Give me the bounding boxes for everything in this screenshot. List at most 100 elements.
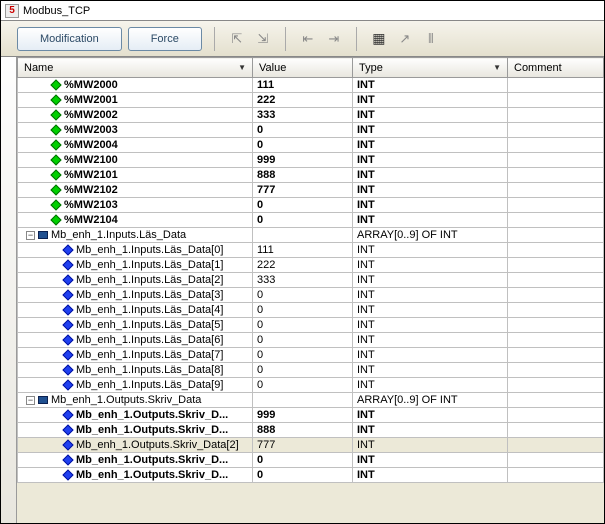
table-row[interactable]: Mb_enh_1.Inputs.Läs_Data[1]222INT — [18, 258, 604, 273]
table-row[interactable]: Mb_enh_1.Outputs.Skriv_D...0INT — [18, 468, 604, 483]
comment-cell[interactable] — [508, 138, 604, 153]
col-type[interactable]: Type▼ — [353, 58, 508, 78]
table-row[interactable]: Mb_enh_1.Inputs.Läs_Data[3]0INT — [18, 288, 604, 303]
value-cell[interactable]: 0 — [253, 288, 353, 303]
comment-cell[interactable] — [508, 108, 604, 123]
col-name[interactable]: Name▼ — [18, 58, 253, 78]
comment-cell[interactable] — [508, 153, 604, 168]
table-row[interactable]: %MW2001222INT — [18, 93, 604, 108]
table-row[interactable]: Mb_enh_1.Inputs.Läs_Data[8]0INT — [18, 363, 604, 378]
comment-cell[interactable] — [508, 408, 604, 423]
comment-cell[interactable] — [508, 168, 604, 183]
value-cell[interactable] — [253, 228, 353, 243]
modification-button[interactable]: Modification — [17, 27, 122, 51]
comment-cell[interactable] — [508, 288, 604, 303]
comment-cell[interactable] — [508, 228, 604, 243]
table-row[interactable]: %MW20030INT — [18, 123, 604, 138]
table-row[interactable]: Mb_enh_1.Outputs.Skriv_D...999INT — [18, 408, 604, 423]
table-row[interactable]: %MW2102777INT — [18, 183, 604, 198]
table-scroll[interactable]: Name▼ Value Type▼ Comment %MW2000111INT%… — [17, 57, 604, 523]
comment-cell[interactable] — [508, 183, 604, 198]
comment-cell[interactable] — [508, 393, 604, 408]
value-cell[interactable]: 0 — [253, 348, 353, 363]
value-cell[interactable]: 0 — [253, 333, 353, 348]
comment-cell[interactable] — [508, 243, 604, 258]
expand-toggle[interactable]: − — [26, 231, 35, 240]
value-cell[interactable]: 333 — [253, 273, 353, 288]
comment-cell[interactable] — [508, 453, 604, 468]
comment-cell[interactable] — [508, 423, 604, 438]
table-row[interactable]: Mb_enh_1.Inputs.Läs_Data[0]111INT — [18, 243, 604, 258]
comment-cell[interactable] — [508, 198, 604, 213]
value-cell[interactable]: 0 — [253, 318, 353, 333]
value-cell[interactable]: 0 — [253, 198, 353, 213]
table-row[interactable]: Mb_enh_1.Inputs.Läs_Data[5]0INT — [18, 318, 604, 333]
value-cell[interactable]: 777 — [253, 438, 353, 453]
comment-cell[interactable] — [508, 303, 604, 318]
table-row[interactable]: Mb_enh_1.Outputs.Skriv_D...0INT — [18, 453, 604, 468]
table-row[interactable]: %MW2101888INT — [18, 168, 604, 183]
table-row[interactable]: Mb_enh_1.Inputs.Läs_Data[7]0INT — [18, 348, 604, 363]
value-cell[interactable]: 888 — [253, 423, 353, 438]
table-row[interactable]: Mb_enh_1.Inputs.Läs_Data[9]0INT — [18, 378, 604, 393]
table-row[interactable]: %MW2000111INT — [18, 78, 604, 93]
value-cell[interactable] — [253, 393, 353, 408]
comment-cell[interactable] — [508, 93, 604, 108]
value-cell[interactable]: 999 — [253, 408, 353, 423]
titlebar[interactable]: 5 Modbus_TCP — [1, 1, 604, 21]
value-cell[interactable]: 111 — [253, 78, 353, 93]
comment-cell[interactable] — [508, 363, 604, 378]
table-row[interactable]: Mb_enh_1.Outputs.Skriv_Data[2]777INT — [18, 438, 604, 453]
value-cell[interactable]: 0 — [253, 453, 353, 468]
value-cell[interactable]: 999 — [253, 153, 353, 168]
table-row[interactable]: Mb_enh_1.Inputs.Läs_Data[6]0INT — [18, 333, 604, 348]
comment-cell[interactable] — [508, 78, 604, 93]
comment-cell[interactable] — [508, 123, 604, 138]
step-left-icon[interactable]: ⇱ — [227, 29, 247, 49]
comment-cell[interactable] — [508, 333, 604, 348]
comment-cell[interactable] — [508, 438, 604, 453]
jump-left-icon[interactable]: ⇤ — [298, 29, 318, 49]
table-row[interactable]: %MW21030INT — [18, 198, 604, 213]
comment-cell[interactable] — [508, 378, 604, 393]
jump-right-icon[interactable]: ⇥ — [324, 29, 344, 49]
variable-name: %MW2000 — [64, 79, 118, 91]
value-cell[interactable]: 222 — [253, 258, 353, 273]
comment-cell[interactable] — [508, 213, 604, 228]
value-cell[interactable]: 222 — [253, 93, 353, 108]
columns-icon[interactable]: ⦀ — [421, 29, 441, 49]
table-row[interactable]: %MW20040INT — [18, 138, 604, 153]
table-row[interactable]: −Mb_enh_1.Inputs.Läs_DataARRAY[0..9] OF … — [18, 228, 604, 243]
value-cell[interactable]: 333 — [253, 108, 353, 123]
value-cell[interactable]: 0 — [253, 138, 353, 153]
comment-cell[interactable] — [508, 318, 604, 333]
value-cell[interactable]: 0 — [253, 363, 353, 378]
table-row[interactable]: Mb_enh_1.Outputs.Skriv_D...888INT — [18, 423, 604, 438]
force-button[interactable]: Force — [128, 27, 202, 51]
type-cell: ARRAY[0..9] OF INT — [353, 393, 508, 408]
expand-toggle[interactable]: − — [26, 396, 35, 405]
comment-cell[interactable] — [508, 348, 604, 363]
comment-cell[interactable] — [508, 258, 604, 273]
comment-cell[interactable] — [508, 468, 604, 483]
table-row[interactable]: %MW21040INT — [18, 213, 604, 228]
table-row[interactable]: %MW2002333INT — [18, 108, 604, 123]
value-cell[interactable]: 0 — [253, 468, 353, 483]
col-value[interactable]: Value — [253, 58, 353, 78]
tool-icon[interactable]: ↗ — [395, 29, 415, 49]
value-cell[interactable]: 888 — [253, 168, 353, 183]
value-cell[interactable]: 777 — [253, 183, 353, 198]
comment-cell[interactable] — [508, 273, 604, 288]
value-cell[interactable]: 0 — [253, 123, 353, 138]
step-right-icon[interactable]: ⇲ — [253, 29, 273, 49]
col-comment[interactable]: Comment — [508, 58, 604, 78]
table-row[interactable]: %MW2100999INT — [18, 153, 604, 168]
value-cell[interactable]: 111 — [253, 243, 353, 258]
value-cell[interactable]: 0 — [253, 213, 353, 228]
grid-icon[interactable]: ▦ — [369, 29, 389, 49]
table-row[interactable]: Mb_enh_1.Inputs.Läs_Data[2]333INT — [18, 273, 604, 288]
value-cell[interactable]: 0 — [253, 378, 353, 393]
table-row[interactable]: Mb_enh_1.Inputs.Läs_Data[4]0INT — [18, 303, 604, 318]
value-cell[interactable]: 0 — [253, 303, 353, 318]
table-row[interactable]: −Mb_enh_1.Outputs.Skriv_DataARRAY[0..9] … — [18, 393, 604, 408]
